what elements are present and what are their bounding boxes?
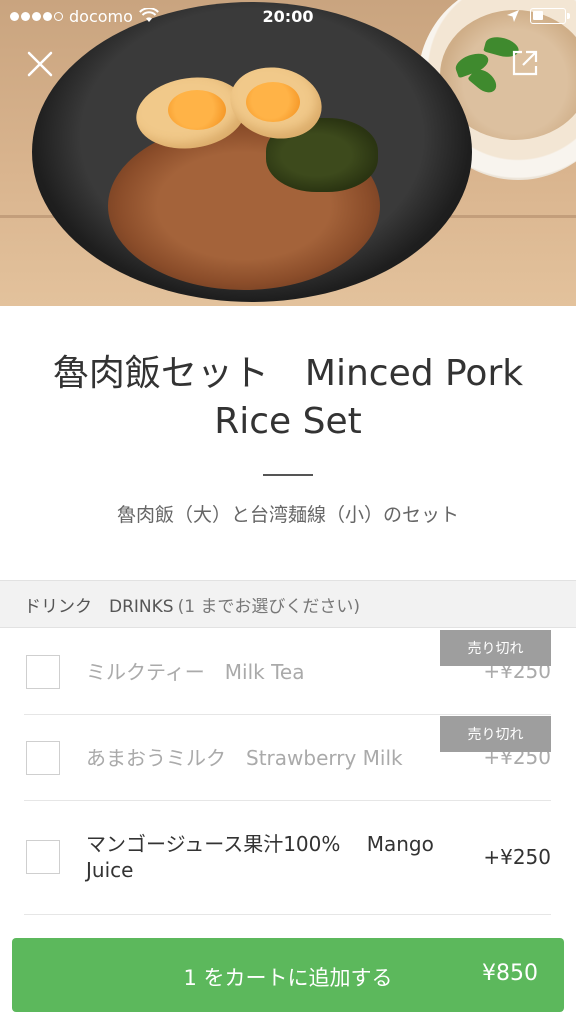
drinks-section-header: ドリンク DRINKS (1 までお選びください) (0, 580, 576, 628)
option-price: +¥250 (483, 845, 551, 869)
battery-level (533, 11, 543, 20)
drinks-header-label: ドリンク DRINKS (24, 596, 174, 617)
signal-dot (10, 11, 19, 21)
egg-yolk (246, 82, 300, 122)
option-label: あまおうミルク Strawberry Milk (86, 746, 403, 770)
product-description: 魯肉飯（大）と台湾麺線（小）のセット (116, 504, 459, 526)
cart-total-price: ¥850 (482, 961, 538, 986)
checkbox[interactable] (26, 840, 60, 874)
signal-dot (43, 11, 52, 21)
title-divider (263, 474, 313, 476)
battery-icon (530, 8, 570, 24)
drinks-header-hint: (1 までお選びください) (177, 596, 361, 617)
signal-dot (32, 11, 41, 21)
egg-yolk (168, 90, 226, 130)
external-share-icon[interactable] (510, 48, 540, 78)
signal-strength (10, 11, 63, 21)
signal-dot (21, 11, 30, 21)
status-bar: docomo 20:00 (0, 0, 576, 32)
option-label: ミルクティー Milk Tea (86, 660, 305, 684)
option-label: マンゴージュース果汁100% Mango Juice (86, 832, 434, 882)
product-title: 魯肉飯セット Minced Pork Rice Set (52, 353, 524, 442)
wifi-icon (138, 8, 159, 22)
carrier-name: docomo (69, 6, 133, 26)
signal-dot (54, 11, 63, 21)
product-photo (0, 0, 576, 306)
soldout-badge: 売り切れ (440, 716, 551, 752)
close-icon[interactable] (22, 46, 58, 82)
checkbox[interactable] (26, 655, 60, 689)
drink-option-mango-juice[interactable]: マンゴージュース果汁100% Mango Juice +¥250 (24, 801, 551, 915)
location-arrow-icon (507, 10, 519, 22)
drink-option-milk-tea[interactable]: ミルクティー Milk Tea +¥250 売り切れ (24, 629, 551, 715)
add-to-cart-button[interactable]: 1 をカートに追加する ¥850 (12, 938, 564, 1012)
drink-option-strawberry-milk[interactable]: あまおうミルク Strawberry Milk +¥250 売り切れ (24, 715, 551, 801)
soldout-badge: 売り切れ (440, 630, 551, 666)
checkbox[interactable] (26, 741, 60, 775)
